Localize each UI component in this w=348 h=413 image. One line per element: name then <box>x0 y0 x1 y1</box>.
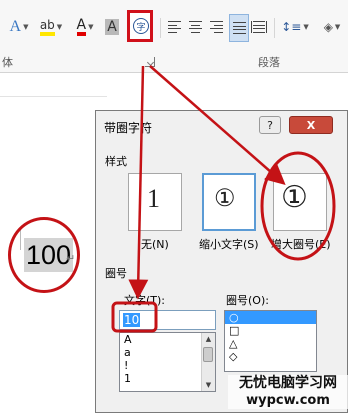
circle-field-label: 圈号(O): <box>226 294 269 307</box>
text-list[interactable]: A a ! 1 ▲ ▼ <box>119 332 216 392</box>
style-none-option[interactable]: 1 <box>128 173 182 231</box>
style-shrink-preview: ① <box>214 184 236 212</box>
text-input[interactable]: 10 <box>119 310 216 330</box>
ribbon-toolbar: A ▼ ab ▼ A ▼ A ↕≡ ▼ ◈ ▼ <box>0 14 348 42</box>
circle-list-item[interactable]: □ <box>225 324 316 337</box>
style-enlarge-option[interactable]: ① <box>273 173 327 231</box>
font-group-label: 体 <box>2 56 13 69</box>
style-shrink-label[interactable]: 缩小文字(S) <box>199 236 259 252</box>
style-none-preview: 1 <box>147 184 160 213</box>
enclose-char-icon: 字 <box>133 18 149 34</box>
watermark: 无忧电脑学习网 wypcw.com <box>228 375 348 409</box>
dialog-titlebar: 带圈字符 ? X <box>96 111 347 139</box>
text-input-value: 10 <box>123 313 141 327</box>
circle-list-item[interactable]: ○ <box>225 311 316 324</box>
align-center-icon <box>188 21 202 33</box>
watermark-title: 无忧电脑学习网 <box>239 375 337 391</box>
scroll-down-icon[interactable]: ▼ <box>204 381 213 389</box>
highlight-icon: ab <box>39 18 55 36</box>
help-button[interactable]: ? <box>259 116 281 134</box>
circle-list-item[interactable]: △ <box>225 337 316 350</box>
shading-button[interactable]: ◈ ▼ <box>318 14 346 40</box>
highlight-button[interactable]: ab ▼ <box>36 14 66 40</box>
font-dialog-launcher-icon[interactable] <box>145 57 155 67</box>
document-margin-line <box>0 96 107 97</box>
text-effects-button[interactable]: A ▼ <box>8 14 30 40</box>
watermark-url: wypcw.com <box>246 393 330 408</box>
align-right-button[interactable] <box>208 14 224 40</box>
scroll-thumb[interactable] <box>203 347 213 362</box>
style-none-label[interactable]: 无(N) <box>141 236 169 252</box>
align-center-button[interactable] <box>187 14 203 40</box>
justify-button[interactable] <box>229 14 249 42</box>
distributed-icon <box>251 21 267 33</box>
style-section-label: 样式 <box>105 155 127 168</box>
char-shading-button[interactable]: A <box>104 14 120 40</box>
font-color-button[interactable]: A ▼ <box>72 14 98 40</box>
close-button[interactable]: X <box>289 116 333 134</box>
text-list-scrollbar[interactable]: ▲ ▼ <box>201 333 215 391</box>
style-shrink-option[interactable]: ① <box>202 173 256 231</box>
enclose-characters-dialog: 带圈字符 ? X 样式 1 ① ① 无(N) 缩小文字(S) 增大圈号(E) 圈… <box>95 110 348 413</box>
circle-list[interactable]: ○ □ △ ◇ <box>224 310 317 372</box>
annotation-circle-document <box>8 217 80 293</box>
enclose-characters-button[interactable]: 字 <box>127 10 153 42</box>
font-color-icon: A <box>76 18 87 36</box>
distributed-button[interactable] <box>251 14 267 40</box>
paragraph-group-label: 段落 <box>258 56 280 69</box>
dialog-title: 带圈字符 <box>104 121 153 135</box>
align-right-icon <box>209 21 223 33</box>
align-left-button[interactable] <box>166 14 182 40</box>
char-shading-icon: A <box>105 19 119 35</box>
align-left-icon <box>167 21 181 33</box>
justify-icon <box>232 22 246 34</box>
scroll-up-icon[interactable]: ▲ <box>204 335 213 343</box>
style-enlarge-preview: ① <box>281 180 308 215</box>
text-effects-icon: A <box>9 18 22 35</box>
circle-list-item[interactable]: ◇ <box>225 350 316 363</box>
circle-section-label: 圈号 <box>105 267 127 280</box>
line-spacing-icon: ↕≡ <box>281 20 302 34</box>
ribbon: A ▼ ab ▼ A ▼ A ↕≡ ▼ ◈ ▼ 字 体 段落 <box>0 0 348 73</box>
shading-icon: ◈ <box>323 20 333 34</box>
line-spacing-button[interactable]: ↕≡ ▼ <box>281 14 309 40</box>
text-field-label: 文字(T): <box>124 294 166 307</box>
style-enlarge-label[interactable]: 增大圈号(E) <box>271 236 331 252</box>
